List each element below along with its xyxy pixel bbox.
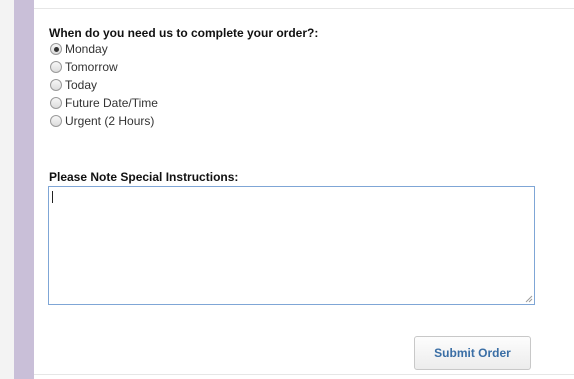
option-monday[interactable]: Monday — [50, 40, 158, 58]
option-label: Urgent (2 Hours) — [65, 114, 155, 128]
page-left-margin — [0, 0, 14, 379]
radio-button[interactable] — [50, 61, 62, 73]
completion-question: When do you need us to complete your ord… — [49, 26, 319, 40]
option-label: Tomorrow — [65, 60, 118, 74]
option-label: Future Date/Time — [65, 96, 158, 110]
special-instructions-textarea[interactable] — [48, 186, 535, 305]
radio-button[interactable] — [50, 115, 62, 127]
option-tomorrow[interactable]: Tomorrow — [50, 58, 158, 76]
submit-order-button[interactable]: Submit Order — [414, 336, 531, 370]
resize-grip-icon[interactable] — [524, 294, 533, 303]
text-caret — [52, 191, 53, 203]
completion-options: Monday Tomorrow Today Future Date/Time U… — [50, 40, 158, 130]
instructions-label: Please Note Special Instructions: — [49, 170, 239, 184]
radio-button[interactable] — [50, 79, 62, 91]
top-divider — [34, 8, 574, 9]
option-future-date-time[interactable]: Future Date/Time — [50, 94, 158, 112]
option-label: Today — [65, 78, 98, 92]
option-today[interactable]: Today — [50, 76, 158, 94]
bottom-divider — [34, 374, 574, 375]
radio-button[interactable] — [50, 97, 62, 109]
option-label: Monday — [65, 42, 108, 56]
radio-button[interactable] — [50, 43, 62, 55]
option-urgent[interactable]: Urgent (2 Hours) — [50, 112, 158, 130]
accent-sidebar — [14, 0, 34, 379]
